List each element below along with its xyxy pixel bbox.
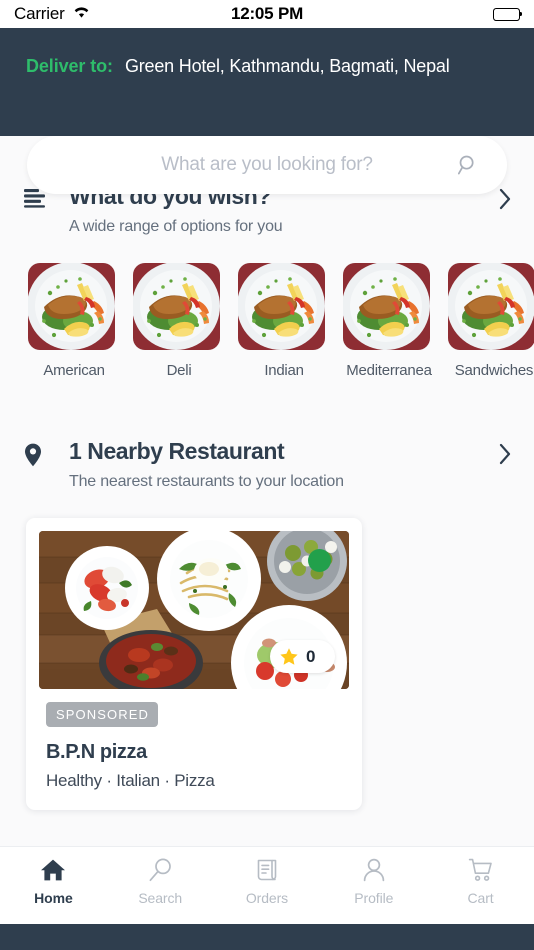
home-indicator-bar [0,924,534,950]
sponsored-badge: SPONSORED [46,702,158,727]
star-icon [279,647,299,667]
category-label: Sandwiches [454,362,534,379]
restaurant-card[interactable]: 0 SPONSORED B.P.N pizza Healthy · Italia… [26,518,362,810]
cart-icon [468,857,494,883]
tab-cart-label: Cart [467,890,494,906]
home-icon [40,857,66,883]
app-header: Deliver to: Green Hotel, Kathmandu, Bagm… [0,28,534,136]
tab-home-label: Home [34,890,73,906]
clock-label: 12:05 PM [230,4,304,23]
plated-dish-photo[interactable] [133,263,220,350]
deliver-to-row[interactable]: Deliver to: Green Hotel, Kathmandu, Bagm… [26,56,450,77]
category-item[interactable]: Indian [238,263,325,379]
category-item[interactable]: American [28,263,115,379]
wish-section-subtitle: A wide range of options for you [69,218,283,235]
deliver-to-label: Deliver to: [26,56,113,76]
nearby-section-text: 1 Nearby Restaurant The nearest restaura… [50,437,499,492]
tab-profile[interactable]: Profile [320,857,427,906]
food-spread-table-photo[interactable]: 0 [39,531,349,689]
tab-orders[interactable]: Orders [214,857,321,906]
category-label: Deli [166,362,192,379]
rating-badge: 0 [270,640,335,673]
category-item[interactable]: Mediterranea [343,263,432,379]
tab-search-label: Search [138,890,183,906]
page-content: What do you wish? A wide range of option… [0,136,534,846]
nearby-section-subtitle: The nearest restaurants to your location [69,473,344,490]
category-label: Mediterranea [346,362,432,379]
nearby-section-title: 1 Nearby Restaurant [69,438,285,464]
category-carousel[interactable]: American Deli Indian Mediterranea Sandwi… [0,237,534,379]
tab-cart[interactable]: Cart [427,857,534,906]
restaurant-card-body: SPONSORED B.P.N pizza Healthy · Italian … [26,689,362,810]
location-pin-icon [24,443,50,467]
status-bar: Carrier 12:05 PM [0,0,534,28]
nearby-section-header[interactable]: 1 Nearby Restaurant The nearest restaura… [0,437,534,492]
search-icon [147,857,173,883]
plated-dish-photo[interactable] [238,263,325,350]
category-item[interactable]: Deli [133,263,220,379]
chevron-right-icon[interactable] [499,188,512,210]
plated-dish-photo[interactable] [448,263,534,350]
chevron-right-icon[interactable] [499,443,512,465]
tab-orders-label: Orders [245,890,289,906]
person-icon [361,857,387,883]
receipt-icon [254,857,280,883]
status-bar-right [493,7,523,21]
restaurant-tags: Healthy · Italian · Pizza [46,771,215,790]
tab-profile-label: Profile [354,890,394,906]
tab-search[interactable]: Search [107,857,214,906]
plated-dish-photo[interactable] [28,263,115,350]
rating-value: 0 [306,646,316,666]
plated-dish-photo[interactable] [343,263,430,350]
search-icon[interactable] [457,154,479,176]
restaurant-name: B.P.N pizza [46,741,147,763]
bottom-tab-bar: Home Search Orders Profile Cart [0,846,534,924]
category-label: Indian [264,362,304,379]
search-bar[interactable]: What are you looking for? [27,136,507,194]
nearby-section: 1 Nearby Restaurant The nearest restaura… [0,437,534,810]
category-label: American [43,362,105,379]
search-input[interactable]: What are you looking for? [161,154,373,176]
app-root: Carrier 12:05 PM Deliver to: Green Hotel… [0,0,534,950]
tab-home[interactable]: Home [0,857,107,906]
category-item[interactable]: Sandwiches [448,263,534,379]
delivery-address[interactable]: Green Hotel, Kathmandu, Bagmati, Nepal [125,56,450,77]
battery-full-icon [493,7,523,21]
open-status-dot [308,549,331,572]
